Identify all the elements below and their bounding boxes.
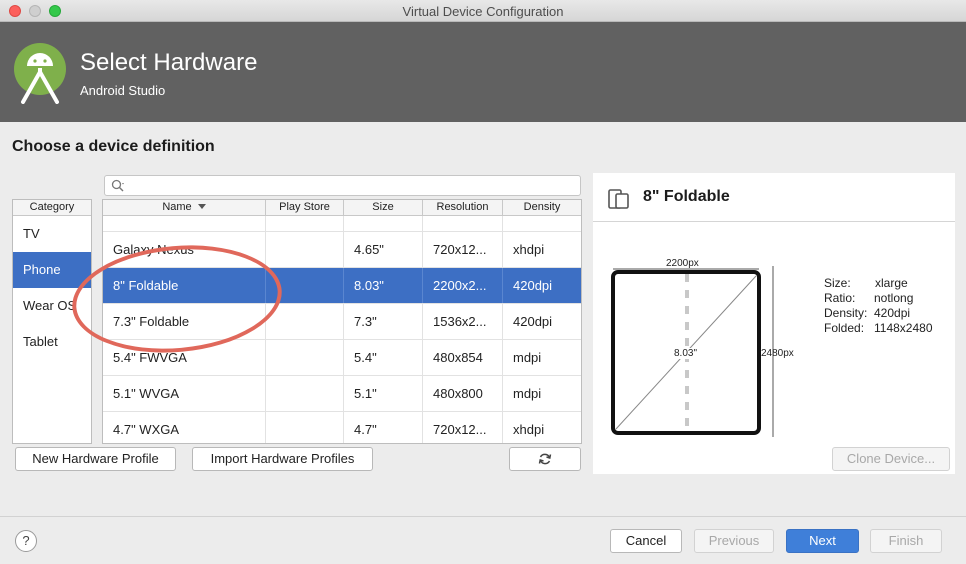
column-header-name[interactable]: Name	[103, 200, 266, 216]
cell-name: 8" Foldable	[103, 268, 266, 303]
category-item-wear-os[interactable]: Wear OS	[13, 288, 91, 324]
category-list: Category TV Phone Wear OS Tablet	[12, 199, 92, 444]
spec-label: Size:	[824, 276, 851, 290]
cell-size: 8.03"	[344, 268, 423, 303]
spec-value: 1148x2480	[874, 321, 933, 335]
details-header: 8" Foldable	[593, 173, 955, 222]
cell-name: 5.4" FWVGA	[103, 340, 266, 375]
cell-density: mdpi	[513, 386, 542, 401]
cell-play-store	[266, 232, 344, 267]
spec-label: Ratio:	[824, 291, 856, 305]
cell-density: xhdpi	[513, 242, 545, 257]
cell-name: 4.7" WXGA	[103, 412, 266, 443]
spec-value: 420dpi	[874, 306, 911, 320]
refresh-icon	[538, 453, 552, 465]
cell-density: xhdpi	[513, 422, 545, 437]
category-item-tv[interactable]: TV	[13, 216, 91, 252]
new-hardware-profile-button[interactable]: New Hardware Profile	[15, 447, 176, 471]
cell-name: Galaxy Nexus	[103, 232, 266, 267]
column-label: Name	[162, 201, 192, 213]
cell-density: mdpi	[513, 350, 542, 365]
table-row[interactable]: Galaxy Nexus 4.65" 720x12... xhdpi	[103, 232, 581, 268]
help-button[interactable]: ?	[15, 530, 37, 552]
cell-resolution: 720x12...	[423, 232, 503, 267]
device-table: Name Play Store Size Resolution Density …	[102, 199, 582, 444]
category-header: Category	[13, 200, 91, 216]
title-bar: Virtual Device Configuration	[0, 0, 966, 22]
cancel-button[interactable]: Cancel	[610, 529, 682, 553]
cell-resolution: 2200x2...	[423, 268, 503, 303]
spec-values: xlarge notlong 420dpi 1148x2480	[874, 276, 933, 336]
footer-divider	[0, 516, 966, 517]
cell-density: 420dpi	[513, 278, 553, 293]
cell-size: 4.7"	[344, 412, 423, 443]
window-title: Virtual Device Configuration	[402, 4, 564, 19]
diagonal-size-label: 8.03"	[673, 348, 699, 359]
search-icon	[111, 179, 124, 192]
table-row[interactable]: 4.7" WXGA 4.7" 720x12... xhdpi	[103, 412, 581, 443]
android-studio-logo-icon	[14, 43, 66, 104]
cell-size: 4.65"	[344, 232, 423, 267]
cell-play-store	[266, 304, 344, 339]
cell-play-store	[266, 376, 344, 411]
clone-device-button[interactable]: Clone Device...	[832, 447, 950, 471]
category-item-phone[interactable]: Phone	[13, 252, 91, 288]
previous-button[interactable]: Previous	[694, 529, 774, 553]
column-header-size[interactable]: Size	[344, 200, 423, 216]
spec-value: notlong	[874, 291, 914, 305]
page-subtitle: Android Studio	[80, 83, 166, 98]
table-header: Name Play Store Size Resolution Density	[103, 200, 581, 216]
category-item-tablet[interactable]: Tablet	[13, 324, 91, 360]
cell-name: 5.1" WVGA	[103, 376, 266, 411]
spec-labels: Size: Ratio: Density: Folded:	[824, 276, 867, 336]
column-header-play-store[interactable]: Play Store	[266, 200, 344, 216]
cell-resolution: 720x12...	[423, 412, 503, 443]
cell-play-store	[266, 340, 344, 375]
finish-button[interactable]: Finish	[870, 529, 942, 553]
table-row[interactable]: 7.3" Foldable 7.3" 1536x2... 420dpi	[103, 304, 581, 340]
device-details-panel: 8" Foldable 2200px 8.03" 2480px Size: Ra…	[593, 173, 955, 474]
cell-size: 5.4"	[344, 340, 423, 375]
cell-resolution: 480x854	[423, 340, 503, 375]
column-header-resolution[interactable]: Resolution	[423, 200, 503, 216]
table-row[interactable]: 5.4" FWVGA 5.4" 480x854 mdpi	[103, 340, 581, 376]
cell-resolution: 480x800	[423, 376, 503, 411]
column-header-density[interactable]: Density	[503, 200, 581, 216]
spec-value: xlarge	[875, 276, 908, 290]
next-button[interactable]: Next	[786, 529, 859, 553]
cell-size: 5.1"	[344, 376, 423, 411]
cell-play-store	[266, 412, 344, 443]
section-title: Choose a device definition	[12, 138, 215, 155]
width-dimension-label: 2200px	[666, 258, 699, 269]
page-title: Select Hardware	[80, 49, 258, 76]
import-hardware-profiles-button[interactable]: Import Hardware Profiles	[192, 447, 373, 471]
spec-label: Density:	[824, 306, 868, 320]
cell-size: 7.3"	[344, 304, 423, 339]
cell-resolution: 1536x2...	[423, 304, 503, 339]
cell-play-store	[266, 268, 344, 303]
table-row[interactable]: 5.1" WVGA 5.1" 480x800 mdpi	[103, 376, 581, 412]
wizard-header: Select Hardware Android Studio	[0, 22, 966, 122]
cell-name: 7.3" Foldable	[103, 304, 266, 339]
spec-label: Folded:	[824, 321, 865, 335]
device-frame-icon	[608, 189, 629, 209]
table-row-selected[interactable]: 8" Foldable 8.03" 2200x2... 420dpi	[103, 268, 581, 304]
sort-descending-icon	[197, 204, 206, 209]
height-dimension-label: 2480px	[761, 348, 794, 359]
refresh-button[interactable]	[509, 447, 581, 471]
device-title: 8" Foldable	[643, 188, 730, 205]
cell-density: 420dpi	[513, 314, 553, 329]
table-body: Galaxy Nexus 4.65" 720x12... xhdpi 8" Fo…	[103, 200, 581, 443]
search-input[interactable]	[104, 175, 581, 196]
